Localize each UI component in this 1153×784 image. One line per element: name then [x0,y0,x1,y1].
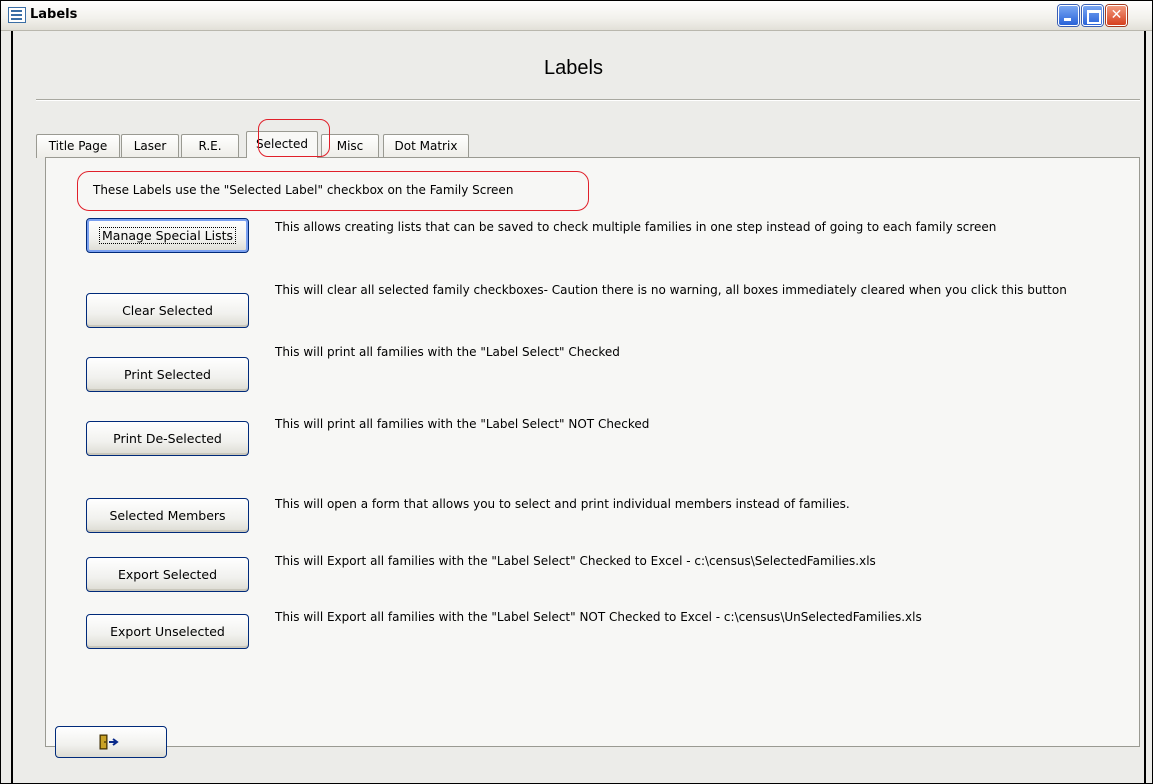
button-label: Manage Special Lists [99,227,236,244]
selected-members-description: This will open a form that allows you to… [275,497,850,511]
form-heading: Labels [544,57,603,79]
maximize-button[interactable] [1082,5,1103,26]
export-selected-button[interactable]: Export Selected [86,557,249,592]
print-de-selected-button[interactable]: Print De-Selected [86,421,249,456]
export-unselected-description: This will Export all families with the "… [275,610,922,624]
title-bar[interactable]: Labels ✕ [1,1,1152,31]
clear-selected-description: This will clear all selected family chec… [275,283,1067,297]
heading-divider [36,99,1140,101]
manage-special-lists-button[interactable]: Manage Special Lists [86,218,249,253]
window-title: Labels [30,7,78,22]
print-selected-description: This will print all families with the "L… [275,345,620,359]
clear-selected-button[interactable]: Clear Selected [86,293,249,328]
labels-window: Labels ✕ Labels Title Page Laser R.E. Se… [0,0,1153,784]
selected-members-button[interactable]: Selected Members [86,498,249,533]
close-button[interactable]: ✕ [1106,5,1127,26]
export-unselected-button[interactable]: Export Unselected [86,614,249,649]
export-selected-description: This will Export all families with the "… [275,554,876,568]
tab-laser[interactable]: Laser [121,134,179,158]
form-client-area: Labels Title Page Laser R.E. Selected Mi… [11,31,1146,783]
form-window-icon [8,7,26,23]
selected-label-note: These Labels use the "Selected Label" ch… [93,183,514,197]
tab-re[interactable]: R.E. [181,134,239,158]
exit-button[interactable] [55,726,167,758]
print-de-selected-description: This will print all families with the "L… [275,417,650,431]
minimize-button[interactable] [1058,5,1079,26]
tab-title-page[interactable]: Title Page [36,134,120,158]
tab-dot-matrix[interactable]: Dot Matrix [383,134,469,158]
exit-door-icon [99,734,119,750]
manage-special-lists-description: This allows creating lists that can be s… [275,220,997,234]
print-selected-button[interactable]: Print Selected [86,357,249,392]
tab-highlight-annotation [258,119,330,157]
